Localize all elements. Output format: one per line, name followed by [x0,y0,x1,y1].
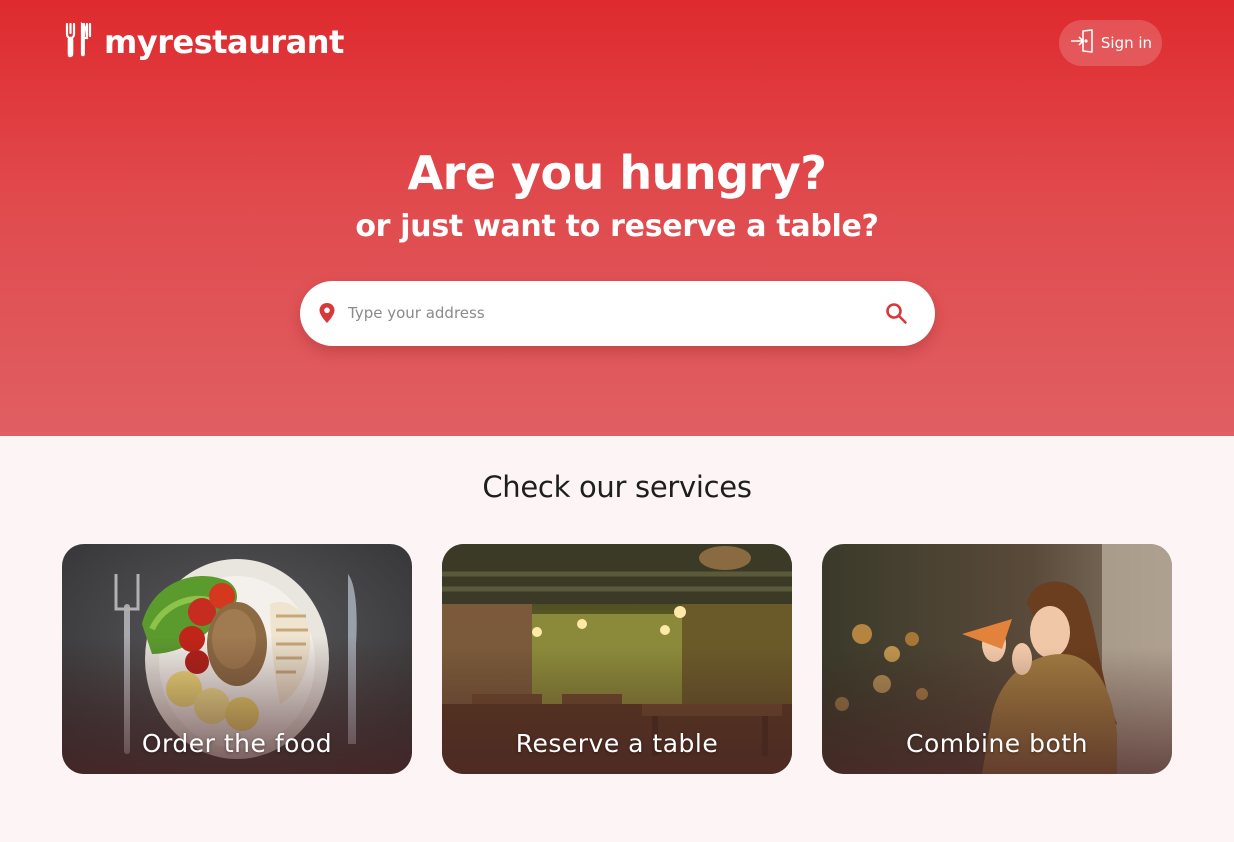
sign-in-button[interactable]: Sign in [1059,20,1162,66]
hero-title: Are you hungry? [407,146,827,200]
service-card-label: Reserve a table [515,729,719,758]
fork-knife-icon [64,22,94,62]
services-heading: Check our services [482,470,752,504]
service-card-reserve-table[interactable]: Reserve a table [442,544,792,774]
location-pin-icon [318,302,336,328]
hero-banner: myrestaurant Sign in Are you hungry? or … [0,0,1234,436]
service-card-label: Order the food [141,729,333,758]
hero-subtitle: or just want to reserve a table? [355,209,879,244]
search-icon[interactable] [884,301,910,327]
service-card-order-food[interactable]: Order the food [62,544,412,774]
address-search-bar [300,281,935,346]
service-card-combine-both[interactable]: Combine both [822,544,1172,774]
brand-logo[interactable]: myrestaurant [64,22,344,62]
address-input[interactable] [348,299,868,327]
sign-in-icon [1069,29,1095,57]
brand-name: myrestaurant [104,23,344,61]
sign-in-label: Sign in [1100,34,1153,52]
service-card-label: Combine both [906,729,1088,758]
